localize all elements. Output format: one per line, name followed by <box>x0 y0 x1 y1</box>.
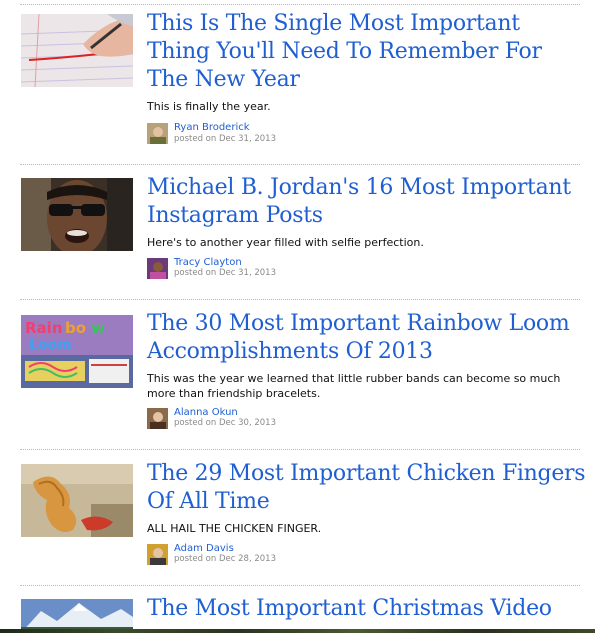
man-in-sunglasses-thumbnail <box>21 178 133 251</box>
author-avatar[interactable] <box>147 123 168 144</box>
article-thumbnail[interactable]: Rain bo w Loom <box>21 315 133 388</box>
divider <box>20 449 580 450</box>
chicken-finger-thumbnail <box>21 464 133 537</box>
hand-writing-on-paper-thumbnail <box>21 14 133 87</box>
article-summary: ALL HAIL THE CHICKEN FINGER. <box>147 522 322 535</box>
svg-text:bo: bo <box>65 319 86 337</box>
divider <box>20 299 580 300</box>
posted-date: posted on Dec 31, 2013 <box>174 134 276 144</box>
author-avatar[interactable] <box>147 258 168 279</box>
posted-date: posted on Dec 28, 2013 <box>174 554 276 564</box>
article-title-link[interactable]: This Is The Single Most Important Thing … <box>147 10 587 94</box>
article-thumbnail[interactable] <box>21 599 133 633</box>
article-title-link[interactable]: The 29 Most Important Chicken Fingers Of… <box>147 460 587 516</box>
svg-text:Rain: Rain <box>25 319 63 337</box>
author-avatar[interactable] <box>147 408 168 429</box>
bottom-edge-strip <box>0 629 595 633</box>
divider <box>20 164 580 165</box>
svg-text:w: w <box>91 319 105 337</box>
article-summary: This is finally the year. <box>147 100 271 113</box>
article-title-link[interactable]: The Most Important Christmas Video <box>147 595 587 623</box>
article-summary: This was the year we learned that little… <box>147 372 561 400</box>
posted-date: posted on Dec 31, 2013 <box>174 268 276 278</box>
article-summary: Here's to another year filled with selfi… <box>147 236 424 249</box>
divider <box>20 4 580 5</box>
author-link[interactable]: Ryan Broderick <box>174 122 250 134</box>
article-thumbnail[interactable] <box>21 464 133 537</box>
article-title-link[interactable]: The 30 Most Important Rainbow Loom Accom… <box>147 310 587 366</box>
article-title-link[interactable]: Michael B. Jordan's 16 Most Important In… <box>147 174 587 230</box>
article-thumbnail[interactable] <box>21 14 133 87</box>
author-avatar[interactable] <box>147 544 168 565</box>
posted-date: posted on Dec 30, 2013 <box>174 418 276 428</box>
svg-text:Loom: Loom <box>29 337 72 353</box>
rainbow-loom-box-thumbnail: Rain bo w Loom <box>21 315 133 388</box>
article-thumbnail[interactable] <box>21 178 133 251</box>
snowy-mountain-thumbnail <box>21 599 133 633</box>
divider <box>20 585 580 586</box>
